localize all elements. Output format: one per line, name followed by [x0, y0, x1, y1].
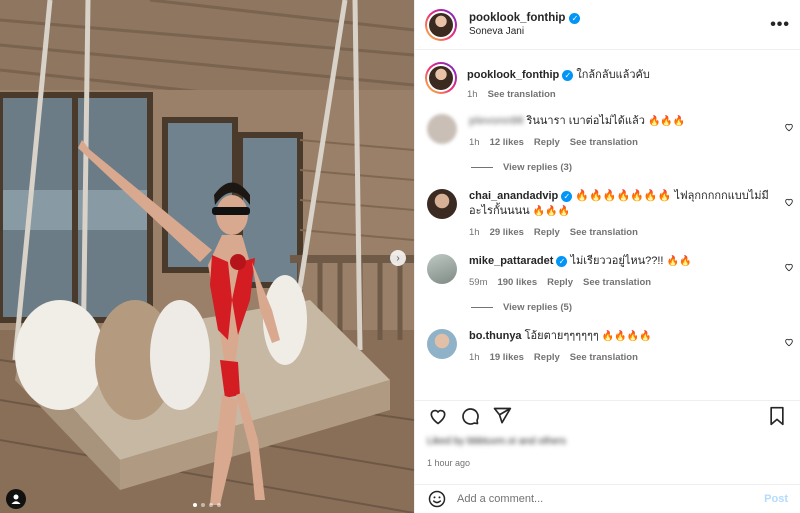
emoji-icon[interactable]	[427, 489, 447, 509]
post-timestamp[interactable]: 1 hour ago	[427, 458, 470, 468]
comment-input[interactable]	[457, 493, 765, 505]
liked-by[interactable]: Liked by bbbtuvm.st and others	[427, 436, 566, 447]
share-button[interactable]	[491, 405, 513, 427]
reply-button[interactable]: Reply	[547, 277, 573, 288]
post-location[interactable]: Soneva Jani	[469, 26, 770, 37]
caption-username[interactable]: pooklook_fonthip	[467, 69, 559, 81]
comment-emoji: 🔥🔥🔥	[647, 116, 686, 127]
caption-text: ใกล้กลับแล้วคับ	[576, 69, 650, 81]
verified-icon: ✓	[556, 256, 568, 267]
comment-icon	[462, 407, 479, 425]
comment-likes[interactable]: 29 likes	[490, 227, 524, 238]
post-comment-button[interactable]: Post	[764, 493, 788, 505]
comment-username[interactable]: bo.thunya	[469, 330, 522, 342]
comment: chai_anandadvip ✓ 🔥🔥🔥🔥🔥🔥🔥 ไฟลุกกกกกแบบไม…	[415, 189, 800, 238]
post-panel: pooklook_fonthip ✓ Soneva Jani ••• pookl…	[414, 0, 800, 513]
comment-time[interactable]: 1h	[469, 227, 480, 238]
comment-time[interactable]: 1h	[469, 352, 480, 363]
see-translation-link[interactable]: See translation	[570, 137, 638, 148]
add-comment-bar: Post	[415, 484, 800, 513]
comment-text: รินนารา เบาต่อไม่ได้แล้ว	[526, 115, 645, 127]
comment-username[interactable]: mike_pattaradet	[469, 255, 553, 267]
comment-emoji: 🔥🔥🔥	[532, 206, 571, 217]
heart-icon[interactable]	[784, 122, 794, 132]
like-button[interactable]	[427, 405, 449, 427]
caption: pooklook_fonthip ✓ ใกล้กลับแล้วคับ 1h Se…	[415, 62, 800, 100]
comment: plevonn98 รินนารา เบาต่อไม่ได้แล้ว 🔥🔥🔥 1…	[415, 114, 800, 148]
view-replies-button[interactable]: View replies (5)	[415, 302, 800, 313]
post-media[interactable]: ›	[0, 0, 414, 513]
avatar[interactable]	[425, 8, 457, 41]
verified-icon: ✓	[562, 70, 574, 81]
see-translation-link[interactable]: See translation	[488, 89, 556, 100]
post-header: pooklook_fonthip ✓ Soneva Jani •••	[415, 0, 800, 50]
heart-icon	[430, 409, 446, 425]
heart-icon[interactable]	[784, 197, 794, 207]
caption-time[interactable]: 1h	[467, 89, 478, 100]
more-icon[interactable]: •••	[770, 16, 790, 34]
comment-username[interactable]: plevonn98	[469, 115, 523, 127]
comment-likes[interactable]: 190 likes	[497, 277, 537, 288]
avatar[interactable]	[425, 62, 457, 94]
verified-icon: ✓	[569, 12, 581, 24]
avatar[interactable]	[427, 189, 457, 219]
carousel-dot	[201, 503, 205, 507]
see-translation-link[interactable]: See translation	[583, 277, 651, 288]
share-icon	[493, 407, 512, 423]
carousel-dot	[217, 503, 221, 507]
comment: mike_pattaradet ✓ ไม่เรียววอยู่ไหน??!! 🔥…	[415, 254, 800, 288]
comment: bo.thunya โอ้ยตายๆๆๆๆๆๆ 🔥🔥🔥🔥 1h 19 likes…	[415, 329, 800, 363]
view-replies-label: View replies (3)	[503, 162, 572, 173]
chevron-right-icon: ›	[396, 252, 400, 264]
comment-text: ไม่เรียววอยู่ไหน??!!	[570, 255, 664, 267]
save-button[interactable]	[766, 405, 788, 427]
carousel-next-button[interactable]: ›	[390, 250, 406, 266]
post-photo	[0, 0, 414, 513]
comment-time[interactable]: 1h	[469, 137, 480, 148]
avatar[interactable]	[427, 114, 457, 144]
carousel-dot	[209, 503, 213, 507]
heart-icon[interactable]	[784, 337, 794, 347]
reply-button[interactable]: Reply	[534, 352, 560, 363]
comment-button[interactable]	[459, 405, 481, 427]
heart-icon[interactable]	[784, 262, 794, 272]
comment-username[interactable]: chai_anandadvip	[469, 190, 558, 202]
see-translation-link[interactable]: See translation	[570, 227, 638, 238]
comment-time[interactable]: 59m	[469, 277, 487, 288]
comments-list[interactable]: pooklook_fonthip ✓ ใกล้กลับแล้วคับ 1h Se…	[415, 52, 800, 390]
reply-button[interactable]: Reply	[534, 137, 560, 148]
avatar[interactable]	[427, 329, 457, 359]
comment-emoji: 🔥🔥	[666, 256, 692, 267]
view-replies-button[interactable]: View replies (3)	[415, 162, 800, 173]
see-translation-link[interactable]: See translation	[570, 352, 638, 363]
bookmark-icon	[770, 406, 784, 425]
user-tag-button[interactable]	[6, 489, 26, 509]
carousel-dots	[193, 503, 221, 507]
comment-text: โอ้ยตายๆๆๆๆๆๆ	[524, 330, 599, 342]
avatar[interactable]	[427, 254, 457, 284]
author-username[interactable]: pooklook_fonthip	[469, 12, 565, 24]
verified-icon: ✓	[561, 191, 573, 202]
action-bar	[415, 400, 800, 430]
user-tag-icon	[11, 494, 21, 504]
comment-emoji: 🔥🔥🔥🔥	[601, 331, 652, 342]
reply-button[interactable]: Reply	[534, 227, 560, 238]
carousel-dot	[193, 503, 197, 507]
comment-likes[interactable]: 12 likes	[490, 137, 524, 148]
comment-likes[interactable]: 19 likes	[490, 352, 524, 363]
view-replies-label: View replies (5)	[503, 302, 572, 313]
